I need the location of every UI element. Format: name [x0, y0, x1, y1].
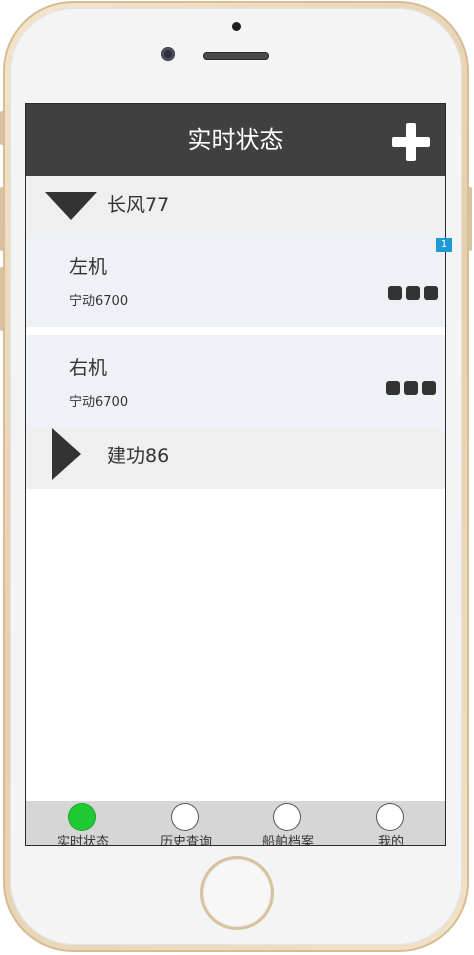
group-label: 建功86	[107, 445, 170, 467]
engine-model: 宁动6700	[69, 294, 129, 309]
group-header-jiangong86[interactable]: 建功86	[26, 428, 445, 489]
engine-name: 左机	[69, 256, 108, 278]
tab-label: 实时状态	[56, 835, 109, 845]
tab-label: 船舶档案	[261, 835, 314, 845]
app-header: 实时状态	[26, 104, 445, 176]
tab-icon	[69, 804, 95, 830]
proximity-sensor	[232, 22, 241, 31]
tab-label: 我的	[377, 835, 404, 845]
group-label: 长风77	[107, 194, 170, 216]
home-button[interactable]	[203, 859, 271, 927]
tab-realtime-status[interactable]: 实时状态	[31, 801, 135, 845]
tab-bar: 实时状态 历史查询 船舶档案 我的	[26, 801, 445, 845]
tab-label: 历史查询	[159, 835, 212, 845]
page-title: 实时状态	[187, 126, 284, 154]
more-icon[interactable]	[388, 286, 438, 300]
tab-mine[interactable]: 我的	[339, 801, 443, 845]
tab-history-query[interactable]: 历史查询	[134, 801, 238, 845]
earpiece-speaker	[203, 52, 269, 60]
app-screen: 实时状态 长风77 左机 宁动6700 右机 宁动6700 建功86 实时状态	[26, 104, 445, 845]
tab-ship-archive[interactable]: 船舶档案	[236, 801, 340, 845]
tab-icon	[274, 804, 300, 830]
plus-icon[interactable]	[392, 123, 430, 161]
engine-model: 宁动6700	[69, 395, 129, 410]
engine-name: 右机	[69, 357, 108, 379]
tab-icon	[172, 804, 198, 830]
more-icon[interactable]	[386, 381, 436, 395]
volume-up-button	[0, 187, 4, 251]
notification-badge: 1	[436, 238, 452, 252]
group-header-changfeng77[interactable]: 长风77	[26, 176, 445, 234]
triangle-right-icon[interactable]	[52, 428, 81, 480]
power-button	[468, 187, 472, 251]
triangle-down-icon[interactable]	[45, 192, 97, 220]
list-item-right-engine[interactable]: 右机 宁动6700	[26, 335, 445, 428]
mute-switch	[0, 111, 4, 145]
front-camera	[161, 47, 175, 61]
list-item-left-engine[interactable]: 左机 宁动6700	[26, 234, 445, 327]
volume-down-button	[0, 267, 4, 331]
tab-icon	[377, 804, 403, 830]
